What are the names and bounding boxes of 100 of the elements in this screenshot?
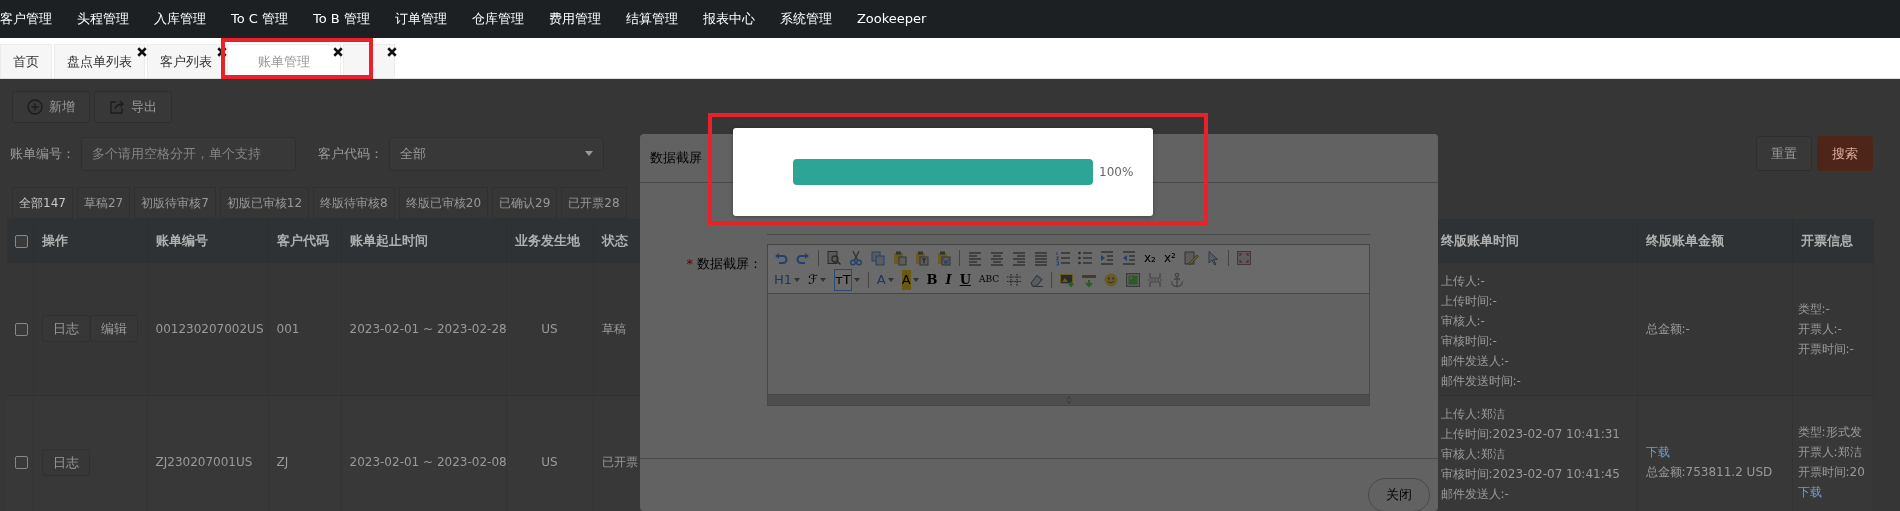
status-filter-tab[interactable]: 初版已审核12 <box>219 187 310 219</box>
font-color-button[interactable]: A <box>873 270 897 290</box>
add-button[interactable]: 新增 <box>12 91 90 123</box>
caret-icon <box>585 151 593 156</box>
cell-line: 审核人:郑洁 <box>1440 445 1506 463</box>
status-filter-tab[interactable]: 已确认29 <box>492 187 558 219</box>
select-field[interactable]: 全部 <box>389 136 604 171</box>
column-header: 开票信息 <box>1800 232 1853 248</box>
preview-icon[interactable] <box>824 248 844 268</box>
export-icon <box>109 99 125 115</box>
cell-line: 类型:形式发 <box>1797 424 1863 442</box>
nav-menu-item[interactable]: 系统管理 <box>779 9 832 29</box>
dialog-title: 数据截屏 <box>650 149 702 168</box>
cell-line: 类型:- <box>1797 300 1831 318</box>
nav-menu-item[interactable]: 报表中心 <box>702 9 755 29</box>
highlight-color-button[interactable]: A <box>898 270 922 290</box>
action-button[interactable]: 编辑 <box>89 314 138 343</box>
underline-button[interactable]: U <box>956 270 975 290</box>
cell-line: 开票时间:- <box>1797 340 1855 358</box>
checkbox[interactable] <box>15 456 28 470</box>
search-button[interactable]: 搜索 <box>1817 136 1873 171</box>
page-tab[interactable]: 账单管理 <box>227 44 341 78</box>
download-link[interactable]: 下载 <box>1797 482 1873 503</box>
action-button[interactable]: 日志 <box>41 314 90 343</box>
bold-button[interactable]: B <box>923 270 941 290</box>
cell-line: 上传时间:- <box>1440 292 1498 310</box>
table-cell-text: 草稿 <box>601 321 626 336</box>
nav-menu-item[interactable]: To C 管理 <box>231 9 289 29</box>
checkbox[interactable] <box>15 322 28 336</box>
nav-menu-item[interactable]: 订单管理 <box>394 9 447 29</box>
reset-button[interactable]: 重置 <box>1756 136 1812 171</box>
nav-menu-item[interactable]: Zookeeper <box>856 9 927 29</box>
close-icon[interactable] <box>333 47 343 57</box>
cell-line: 开票时间:20 <box>1797 464 1866 482</box>
cell-line: 审核人:- <box>1440 312 1486 330</box>
nav-menu-item[interactable]: 结算管理 <box>625 9 678 29</box>
nav-menu-item[interactable]: 费用管理 <box>548 9 601 29</box>
nav-menu-item[interactable]: 仓库管理 <box>471 9 524 29</box>
action-button[interactable]: 日志 <box>41 448 90 476</box>
status-filter-tab[interactable]: 初版待审核7 <box>134 187 216 219</box>
table-cell-text: 001 <box>276 321 300 336</box>
input-field[interactable]: 多个请用空格分开，单个支持 <box>81 136 296 171</box>
nav-menu-item[interactable]: 入库管理 <box>154 9 206 29</box>
heading-button[interactable]: H1 <box>771 270 804 290</box>
font-family-button[interactable]: ℱ <box>805 270 830 290</box>
column-header: 客户代码 <box>276 232 329 248</box>
table-cell-text: ZJ <box>276 455 289 470</box>
status-filter-tab[interactable]: 终版待审核8 <box>313 187 395 219</box>
resize-handle-icon[interactable] <box>1063 395 1074 405</box>
status-filter-tab[interactable]: 已开票28 <box>561 187 627 219</box>
close-icon[interactable] <box>387 47 397 57</box>
table-cell-text: US <box>541 321 558 336</box>
column-header: 终版账单时间 <box>1440 232 1519 248</box>
rich-text-editor[interactable]: x₂ x² H1 ℱ ᴛT A A B I U ABC <box>767 244 1370 406</box>
cell-line: 审核时间:2023-02-07 10:41:45 <box>1440 465 1621 483</box>
cell-line: 上传时间:2023-02-07 10:41:31 <box>1440 425 1621 443</box>
cell-line: 总金额:- <box>1645 320 1691 338</box>
cell-line: 总金额:753811.2 USD <box>1645 464 1774 482</box>
nav-menu-item[interactable]: 头程管理 <box>77 9 129 29</box>
page-tab[interactable]: 客户列表 <box>147 44 225 78</box>
table-cell-text: ZJ230207001US <box>155 455 253 470</box>
plus-circle-icon <box>27 99 43 115</box>
column-header: 业务发生地 <box>514 232 580 248</box>
cell-line: 开票人:- <box>1797 320 1843 338</box>
cell-line: 邮件发送人:- <box>1440 485 1510 503</box>
cell-line: 开票人:郑洁 <box>1797 444 1863 462</box>
cell-line: 上传人:郑洁 <box>1440 405 1506 423</box>
status-filter-tab[interactable]: 终版已审核20 <box>398 187 489 219</box>
copy-icon[interactable] <box>868 248 888 268</box>
nav-menu-item[interactable]: 客户管理 <box>0 9 52 29</box>
page-tab[interactable]: 首页 <box>0 44 52 78</box>
table-cell-text: 已开票 <box>601 455 638 470</box>
cell-line: 审核时间:- <box>1440 332 1498 350</box>
page-tab[interactable]: 盘点单列表 <box>54 44 145 78</box>
field-label: * 数据截屏： <box>685 255 763 273</box>
status-filter-tab[interactable]: 草稿27 <box>76 187 131 219</box>
close-button[interactable]: 关闭 <box>1368 478 1430 511</box>
column-header: 账单起止时间 <box>349 232 428 248</box>
column-header: 操作 <box>41 232 68 248</box>
download-link[interactable]: 下载 <box>1645 442 1784 463</box>
superscript-button[interactable]: x² <box>1160 248 1179 268</box>
export-button[interactable]: 导出 <box>94 91 172 123</box>
table-cell-text: US <box>541 455 558 470</box>
table-cell-text: 2023-02-01 ~ 2023-02-08 <box>349 455 507 470</box>
italic-button[interactable]: I <box>942 270 955 290</box>
column-header: 状态 <box>601 232 628 248</box>
cell-line: 上传人:- <box>1440 272 1486 290</box>
select-value: 全部 <box>400 144 426 163</box>
status-filter-tab[interactable]: 全部147 <box>12 187 73 219</box>
subscript-button[interactable]: x₂ <box>1141 248 1159 268</box>
cell-line: 邮件发送时间:- <box>1440 372 1522 390</box>
nav-menu-item[interactable]: To B 管理 <box>313 9 370 29</box>
column-header: 终版账单金额 <box>1645 232 1724 248</box>
strikethrough-button[interactable]: ABC <box>976 270 1003 290</box>
checkbox[interactable] <box>15 234 28 248</box>
close-icon[interactable] <box>217 47 227 57</box>
field-label: 账单编号： <box>10 144 75 163</box>
close-icon[interactable] <box>137 47 147 57</box>
table-cell-text: 2023-02-01 ~ 2023-02-28 <box>349 321 507 336</box>
cell-line: 邮件发送人:- <box>1440 352 1510 370</box>
